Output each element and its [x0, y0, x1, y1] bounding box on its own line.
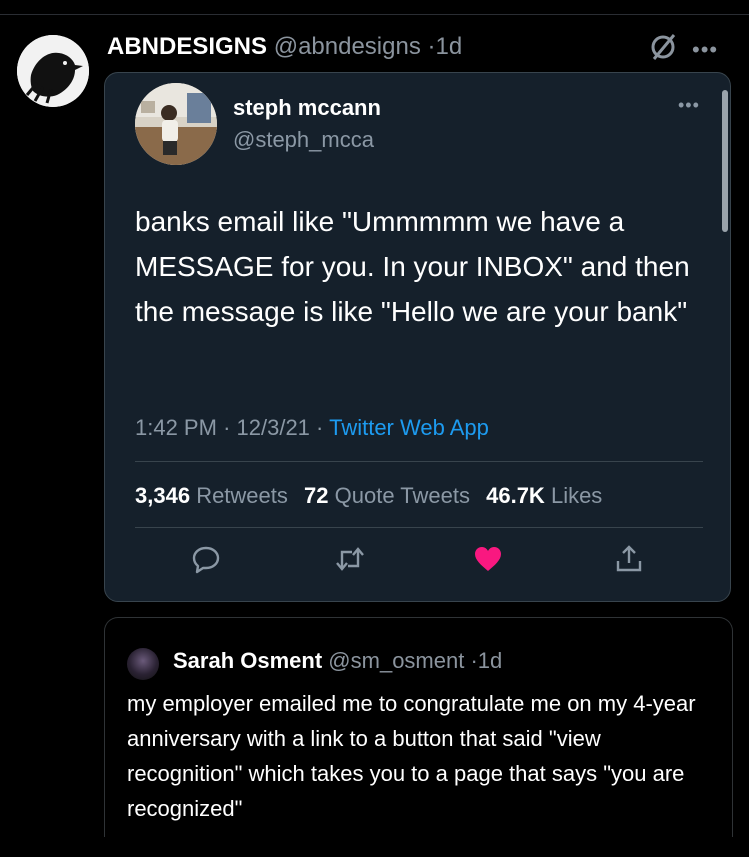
tweet-date[interactable]: 12/3/21 — [237, 415, 310, 440]
share-button[interactable] — [609, 539, 649, 579]
retweets-label: Retweets — [196, 483, 288, 508]
card-scrollbar[interactable] — [722, 90, 728, 232]
reply-separator: · — [470, 648, 478, 673]
outer-separator: · — [427, 33, 436, 60]
screenshot-page: ABNDESIGNS @abndesigns ·1d ••• steph mcc… — [0, 0, 749, 857]
meta-divider — [135, 461, 703, 462]
outer-tweet-header: ABNDESIGNS @abndesigns ·1d — [107, 33, 462, 61]
likes-label: Likes — [550, 483, 603, 508]
heart-filled-icon — [475, 547, 501, 571]
quoted-tweet-text: banks email like "Ummmmm we have a MESSA… — [135, 206, 690, 327]
top-divider — [0, 14, 749, 15]
reply-button[interactable] — [186, 539, 226, 579]
tweet-time[interactable]: 1:42 PM — [135, 415, 217, 440]
likes-stat[interactable]: 46.7K Likes — [486, 483, 602, 508]
retweet-icon — [336, 547, 364, 571]
outer-handle[interactable]: @abndesigns — [274, 33, 421, 60]
outer-time-ago[interactable]: 1d — [436, 33, 463, 60]
tweet-actions — [105, 539, 730, 579]
reply-tweet-header: Sarah Osment @sm_osment ·1d — [173, 648, 502, 674]
quoted-tweet-card[interactable]: steph mccann @steph_mcca ••• banks email… — [104, 72, 731, 602]
sarah-avatar[interactable] — [127, 648, 159, 680]
quoted-tweet-meta: 1:42 PM · 12/3/21 · Twitter Web App — [135, 415, 489, 441]
reply-time-ago[interactable]: 1d — [478, 648, 502, 673]
quoted-handle[interactable]: @steph_mcca — [233, 127, 374, 153]
tweet-stats: 3,346 Retweets 72 Quote Tweets 46.7K Lik… — [135, 483, 602, 509]
stats-divider — [135, 527, 703, 528]
meta-separator: · — [316, 415, 324, 440]
meta-separator: · — [223, 415, 231, 440]
likes-count: 46.7K — [486, 483, 545, 508]
profile-photo-icon — [135, 83, 217, 165]
tweet-source-link[interactable]: Twitter Web App — [329, 415, 489, 440]
quoted-display-name[interactable]: steph mccann — [233, 95, 381, 121]
raven-icon — [17, 35, 89, 107]
reply-tweet-card[interactable]: Sarah Osment @sm_osment ·1d my employer … — [104, 617, 733, 837]
retweets-stat[interactable]: 3,346 Retweets — [135, 483, 288, 508]
heart-path — [475, 547, 501, 571]
abndesigns-avatar[interactable] — [17, 35, 89, 107]
quoted-more-icon[interactable]: ••• — [678, 95, 700, 116]
reply-icon — [192, 546, 220, 574]
reply-display-name[interactable]: Sarah Osment — [173, 648, 322, 673]
retweets-count: 3,346 — [135, 483, 191, 508]
reply-handle[interactable]: @sm_osment — [328, 648, 464, 673]
quotes-label: Quote Tweets — [334, 483, 470, 508]
steph-avatar[interactable] — [135, 83, 217, 165]
outer-tweet-tools: ••• — [650, 32, 718, 67]
reply-tweet-text: my employer emailed me to congratulate m… — [127, 691, 696, 821]
outer-more-icon[interactable]: ••• — [692, 37, 718, 63]
outer-display-name[interactable]: ABNDESIGNS — [107, 33, 267, 60]
share-icon — [616, 545, 642, 572]
retweet-button[interactable] — [330, 539, 370, 579]
quotes-count: 72 — [304, 483, 329, 508]
quotes-stat[interactable]: 72 Quote Tweets — [304, 483, 470, 508]
grok-icon[interactable] — [650, 32, 678, 67]
like-button[interactable] — [468, 539, 508, 579]
